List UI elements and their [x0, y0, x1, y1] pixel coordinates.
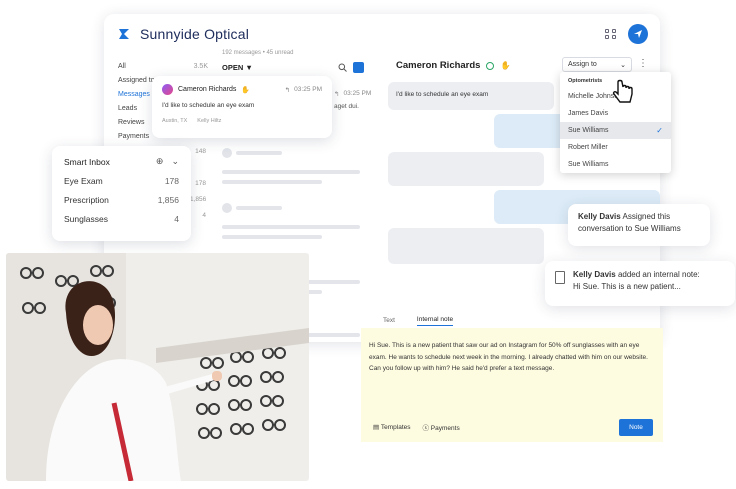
more-options-icon[interactable]: ⋮: [638, 58, 648, 69]
hand-cursor-icon: [612, 79, 633, 103]
reply-icon: ↰: [284, 86, 291, 94]
list-item[interactable]: [222, 144, 364, 184]
incoming-message: [388, 152, 544, 186]
send-icon[interactable]: [628, 24, 648, 44]
assignment-notification: Kelly Davis Assigned this conversation t…: [568, 204, 710, 246]
smart-inbox-item[interactable]: Sunglasses 4: [64, 214, 179, 224]
list-peek: ↰ 03:25 PM: [334, 90, 372, 98]
brand-logo-icon: [119, 29, 129, 39]
note-preview: Hi Sue. This is a new patient...: [573, 282, 681, 291]
check-icon: ✓: [656, 126, 663, 135]
dollar-icon: ⓢ: [422, 425, 429, 432]
smart-inbox-card: Smart Inbox ⊕ ⌄ Eye Exam 178 Prescription 1…: [52, 146, 191, 241]
internal-note-notification: Kelly Davis added an internal note: Hi S…: [545, 261, 735, 306]
message-time: 03:25 PM: [294, 86, 322, 93]
list-peek-text: aget dui.: [334, 103, 359, 110]
chevron-down-icon[interactable]: ⌄: [171, 156, 179, 167]
optician-photo: [6, 253, 309, 481]
online-status-icon: [486, 61, 495, 70]
note-actor: Kelly Davis: [573, 270, 616, 279]
templates-button[interactable]: ▤ Templates: [373, 423, 410, 431]
smart-inbox-item[interactable]: Prescription 1,856: [64, 195, 179, 205]
sender-name: Cameron Richards: [178, 86, 237, 93]
add-icon[interactable]: ⊕: [156, 156, 164, 167]
tab-internal-note[interactable]: Internal note: [416, 316, 454, 326]
message-count: 192 messages • 45 unread: [222, 50, 294, 56]
submit-note-button[interactable]: Note: [619, 419, 653, 436]
incoming-message: I'd like to schedule an eye exam: [388, 82, 554, 110]
assign-option[interactable]: Robert Miller: [560, 139, 671, 156]
document-icon: [555, 271, 565, 284]
assign-option-selected[interactable]: Sue Williams ✓: [560, 122, 671, 139]
hand-icon: ✋: [500, 61, 511, 70]
brand-name: Sunnyide Optical: [140, 26, 250, 42]
conversation-list-header: 192 messages • 45 unread OPEN ▼: [222, 50, 364, 73]
apps-grid-icon[interactable]: [602, 26, 618, 42]
nav-item-all[interactable]: All 3.5K: [118, 59, 208, 73]
note-action: added an internal note:: [617, 270, 700, 279]
brand: Sunnyide Optical: [116, 26, 249, 42]
compose-icon[interactable]: [353, 62, 364, 73]
template-icon: ▤: [373, 424, 380, 431]
reply-icon: ↰: [334, 91, 340, 98]
contact-name: Cameron Richards: [396, 60, 481, 71]
smart-inbox-item[interactable]: Eye Exam 178: [64, 176, 179, 186]
composer-tabs: Text Internal note: [361, 312, 663, 326]
chevron-down-icon: ⌄: [620, 61, 626, 69]
conversation-header: Cameron Richards ✋: [396, 60, 510, 71]
smart-inbox-title: Smart Inbox: [64, 156, 110, 167]
top-icons: [602, 24, 648, 44]
assignee-name: Kelly Hiltz: [197, 118, 222, 124]
search-icon[interactable]: [338, 63, 347, 72]
assign-dropdown[interactable]: Assign to ⌄: [562, 57, 632, 72]
status-filter[interactable]: OPEN ▼: [222, 63, 253, 72]
composer: Text Internal note Hi Sue. This is a new…: [361, 312, 663, 442]
messenger-icon: [162, 84, 173, 95]
tab-text[interactable]: Text: [383, 317, 395, 326]
contact-location: Austin, TX: [162, 118, 188, 124]
nav-extra-counts: 148 178 1,856 4: [190, 148, 207, 219]
assign-option[interactable]: Sue Williams: [560, 156, 671, 173]
hand-icon: ✋: [241, 86, 251, 94]
list-item[interactable]: [222, 199, 364, 239]
note-text[interactable]: Hi Sue. This is a new patient that saw o…: [369, 340, 655, 375]
incoming-message: [388, 228, 544, 264]
assignment-actor: Kelly Davis: [578, 212, 621, 221]
message-snippet: I'd like to schedule an eye exam: [162, 102, 255, 109]
payments-button[interactable]: ⓢ Payments: [422, 422, 459, 432]
note-editor[interactable]: Hi Sue. This is a new patient that saw o…: [361, 328, 663, 442]
message-preview-card[interactable]: Cameron Richards ✋ ↰ 03:25 PM I'd like to…: [152, 76, 332, 138]
